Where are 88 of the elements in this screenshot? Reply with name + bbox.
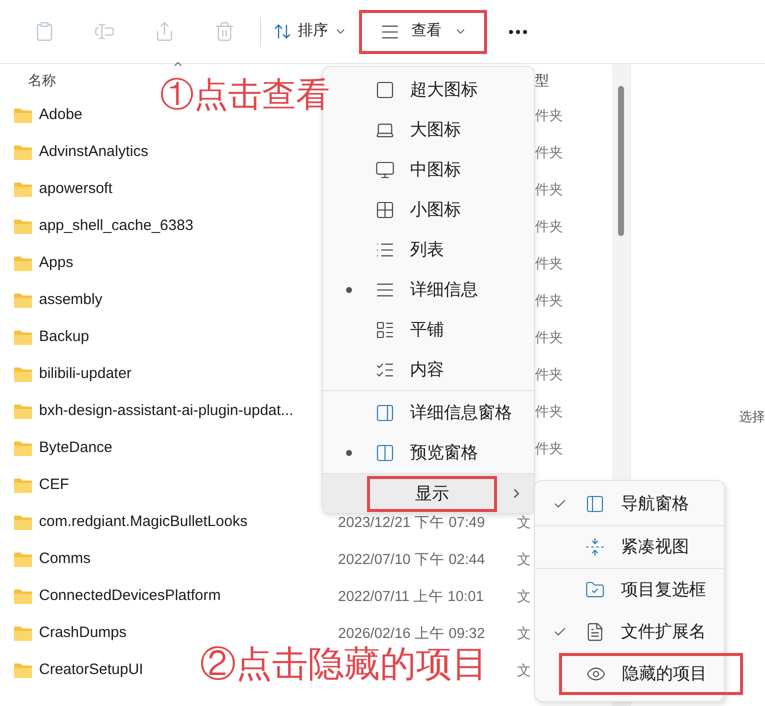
- menu-item[interactable]: 小图标: [323, 190, 534, 230]
- folder-icon: [14, 663, 32, 678]
- menu-item[interactable]: 列表: [323, 230, 534, 270]
- folder-icon: [14, 108, 32, 123]
- annotation-text: ①点击查看: [160, 78, 330, 112]
- submenu-item[interactable]: 项目复选框: [535, 569, 724, 611]
- folder-icon: [14, 182, 32, 197]
- more-icon: [509, 30, 527, 34]
- menu-item[interactable]: 预览窗格: [323, 433, 534, 473]
- navigation-pane-icon: [585, 494, 605, 514]
- date-cell: 2022/07/11 上午 10:01: [338, 588, 484, 604]
- details-pane-icon: [375, 403, 395, 423]
- file-name[interactable]: assembly: [39, 289, 102, 312]
- type-cell-text: 件夹: [535, 439, 563, 458]
- folder-icon: [14, 256, 32, 271]
- submenu-item[interactable]: 文件扩展名: [535, 611, 724, 653]
- file-name[interactable]: bilibili-updater: [39, 363, 132, 386]
- folder-icon: [14, 552, 32, 567]
- menu-item[interactable]: 平铺: [323, 310, 534, 350]
- show-menu-item[interactable]: 显示: [367, 476, 497, 512]
- grid-icon: [375, 200, 395, 220]
- folder-icon: [14, 589, 32, 604]
- folder-icon: [14, 404, 32, 419]
- folder-icon: [14, 515, 32, 530]
- type-cell-text: 件夹: [535, 328, 563, 347]
- file-icon: [585, 622, 605, 642]
- preview-pane-icon: [375, 443, 395, 463]
- column-header[interactable]: 型: [535, 70, 549, 91]
- sort-button[interactable]: 排序: [269, 10, 351, 54]
- menu-item[interactable]: 内容: [323, 350, 534, 390]
- file-name[interactable]: ByteDance: [39, 437, 112, 460]
- submenu-item[interactable]: 导航窗格: [535, 483, 724, 525]
- type-cell-text: 件夹: [535, 180, 563, 199]
- sort-icon: [273, 22, 292, 41]
- file-name[interactable]: Apps: [39, 252, 74, 275]
- tiles-icon: [375, 320, 395, 340]
- column-header[interactable]: 名称: [28, 70, 56, 91]
- menu-item[interactable]: 大图标: [323, 110, 534, 150]
- folder-icon: [14, 626, 32, 641]
- type-cell-text: 文: [517, 550, 531, 569]
- menu-item[interactable]: 详细信息窗格: [323, 393, 534, 433]
- scrollbar-thumb[interactable]: [618, 86, 624, 236]
- folder-icon: [14, 145, 32, 160]
- date-cell: 2022/07/10 下午 02:44: [338, 552, 485, 568]
- submenu-item[interactable]: 紧凑视图: [535, 526, 724, 568]
- date-cell: 2026/02/16 上午 09:32: [338, 626, 485, 642]
- type-cell-text: 文: [517, 661, 531, 680]
- annotation-text: ②点击隐藏的项目: [200, 646, 488, 682]
- file-name[interactable]: CreatorSetupUI: [39, 659, 144, 682]
- folder-icon: [14, 441, 32, 456]
- delete-icon: [214, 21, 234, 42]
- type-cell-text: 件夹: [535, 365, 563, 384]
- folder-icon: [14, 330, 32, 345]
- file-name[interactable]: apowersoft: [39, 178, 112, 201]
- file-name[interactable]: app_shell_cache_6383: [39, 215, 194, 238]
- type-cell-text: 件夹: [535, 143, 563, 162]
- type-cell-text: 件夹: [535, 402, 563, 421]
- type-cell-text: 件夹: [535, 217, 563, 236]
- menu-item[interactable]: 详细信息: [323, 270, 534, 310]
- monitor-icon: [375, 160, 395, 180]
- file-name[interactable]: com.redgiant.MagicBulletLooks: [39, 511, 248, 534]
- file-name[interactable]: Backup: [39, 326, 90, 349]
- folder-check-icon: [585, 580, 605, 600]
- type-cell-text: 件夹: [535, 254, 563, 273]
- folder-icon: [14, 367, 32, 382]
- folder-icon: [14, 219, 32, 234]
- folder-icon: [14, 478, 32, 493]
- file-name[interactable]: CrashDumps: [39, 622, 127, 645]
- type-cell-text: 文: [517, 587, 531, 606]
- folder-icon: [14, 293, 32, 308]
- view-button[interactable]: 查看: [359, 10, 487, 54]
- file-name[interactable]: ConnectedDevicesPlatform: [39, 585, 221, 608]
- file-name[interactable]: bxh-design-assistant-ai-plugin-updat...: [39, 400, 294, 423]
- details-pane-text: 选择: [739, 408, 765, 426]
- submenu-item[interactable]: 隐藏的项目: [559, 653, 743, 695]
- file-name[interactable]: Comms: [39, 548, 91, 571]
- type-cell-text: 文: [517, 624, 531, 643]
- file-name[interactable]: AdvinstAnalytics: [39, 141, 148, 164]
- date-cell: 2023/12/21 下午 07:49: [338, 514, 485, 530]
- square-icon: [375, 80, 395, 100]
- type-cell-text: 文: [517, 513, 531, 532]
- file-name[interactable]: Adobe: [39, 104, 82, 127]
- menu-item[interactable]: 中图标: [323, 150, 534, 190]
- rename-icon: [94, 21, 114, 42]
- compact-icon: [585, 537, 605, 557]
- type-cell-text: 件夹: [535, 106, 563, 125]
- file-name[interactable]: CEF: [39, 474, 69, 497]
- type-cell-text: 件夹: [535, 291, 563, 310]
